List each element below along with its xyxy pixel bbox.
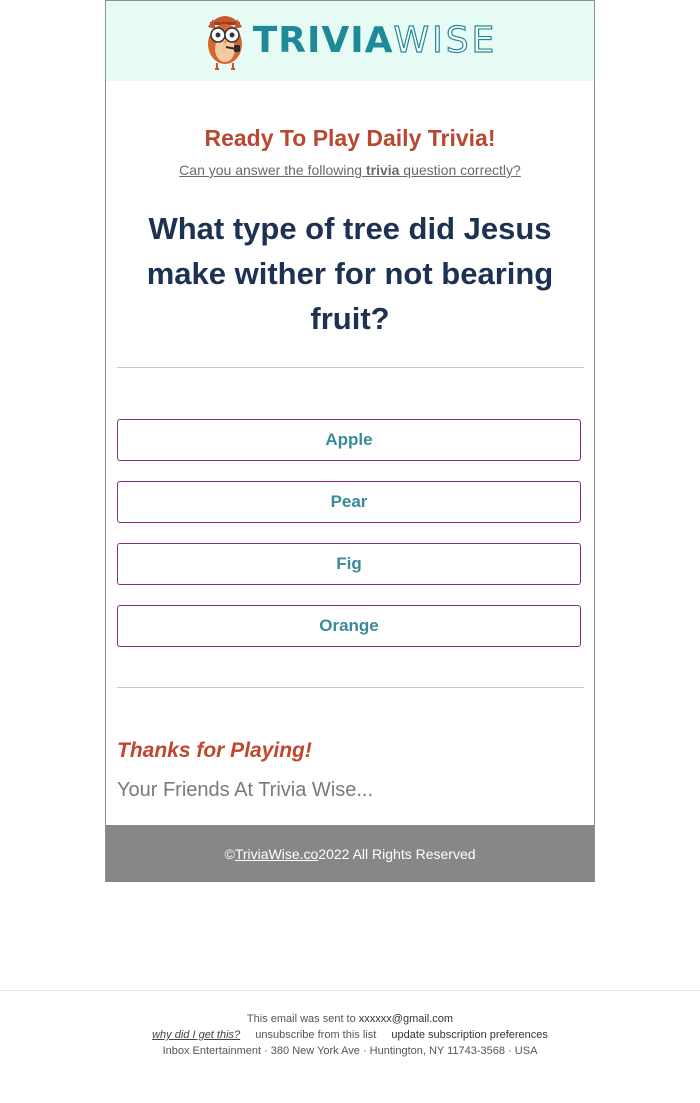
- subtitle-link[interactable]: Can you answer the following trivia ques…: [106, 162, 594, 178]
- question-text: What type of tree did Jesus make wither …: [146, 211, 554, 336]
- triviawise-link[interactable]: TriviaWise.co: [235, 846, 319, 862]
- ready-title: Ready To Play Daily Trivia!: [204, 125, 496, 151]
- divider-bottom: [117, 687, 584, 688]
- logo-word-trivia: TRIVIA: [252, 20, 394, 61]
- logo-word-wise: WISE: [393, 20, 498, 61]
- update-preferences-link[interactable]: update subscription preferences: [391, 1029, 548, 1041]
- logo-wordmark: TRIVIA WISE: [252, 20, 498, 61]
- triviawise-logo[interactable]: TRIVIA WISE: [203, 11, 498, 71]
- unsubscribe-link[interactable]: unsubscribe from this list: [255, 1029, 376, 1041]
- answer-button-apple[interactable]: Apple: [117, 419, 581, 461]
- why-did-i-get-this-link[interactable]: why did I get this?: [152, 1029, 240, 1041]
- sent-to-prefix: This email was sent to: [246, 1013, 359, 1025]
- answer-button-fig[interactable]: Fig: [117, 543, 581, 585]
- email-card: TRIVIA WISE Ready To Play Daily Trivia! …: [105, 0, 595, 882]
- copyright-footer: © TriviaWise.co 2022 All Rights Reserved: [106, 825, 594, 882]
- signoff-text: Your Friends At Trivia Wise...: [117, 779, 374, 801]
- postal-address: Inbox Entertainment · 380 New York Ave ·…: [162, 1045, 538, 1057]
- subtitle-text-after: question correctly?: [399, 162, 521, 178]
- answer-button-orange[interactable]: Orange: [117, 605, 581, 647]
- answer-button-pear[interactable]: Pear: [117, 481, 581, 523]
- answer-list: Apple Pear Fig Orange: [106, 419, 594, 647]
- divider-top: [117, 367, 584, 368]
- mailing-list-footer: This email was sent to xxxxxx@gmail.com …: [0, 990, 700, 1061]
- copyright-prefix: ©: [224, 845, 235, 862]
- thanks-heading: Thanks for Playing!: [117, 739, 312, 762]
- footer-links-line: why did I get this? unsubscribe from thi…: [0, 1029, 700, 1041]
- recipient-email-link[interactable]: xxxxxx@gmail.com: [359, 1013, 453, 1025]
- copyright-suffix: 2022 All Rights Reserved: [318, 845, 476, 862]
- subtitle-bold-word: trivia: [365, 162, 400, 178]
- owl-mascot-icon: [207, 16, 242, 70]
- subtitle-text-before: Can you answer the following: [179, 162, 366, 178]
- header-banner: TRIVIA WISE: [106, 1, 594, 81]
- sent-to-line: This email was sent to xxxxxx@gmail.com: [0, 1013, 700, 1025]
